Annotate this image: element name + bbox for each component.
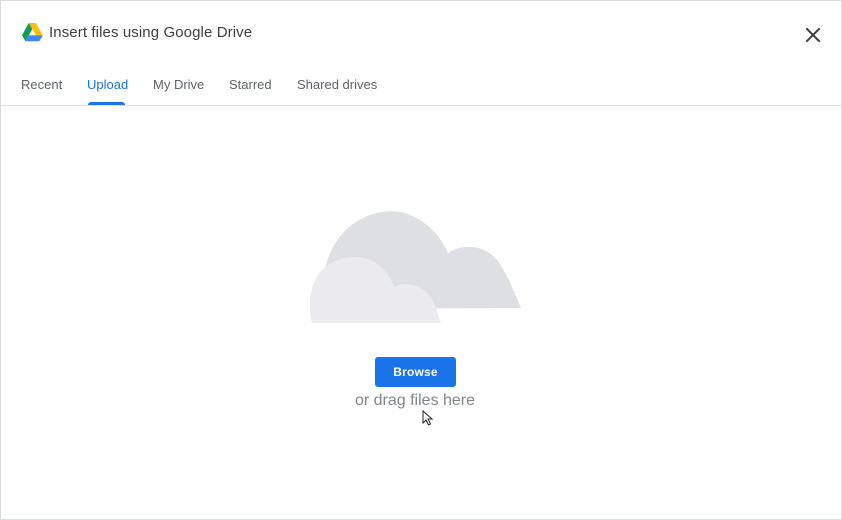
active-tab-indicator: [88, 102, 125, 105]
drag-hint-text: or drag files here: [354, 392, 476, 409]
tab-my-drive[interactable]: My Drive: [153, 77, 204, 92]
tab-shared-drives[interactable]: Shared drives: [297, 77, 377, 92]
tab-upload[interactable]: Upload: [87, 77, 128, 92]
mouse-pointer-icon: [422, 410, 434, 426]
tab-bar: Recent Upload My Drive Starred Shared dr…: [1, 65, 841, 106]
dialog-title: Insert files using Google Drive: [49, 24, 253, 41]
dialog-header: Insert files using Google Drive: [1, 1, 841, 65]
browse-button[interactable]: Browse: [375, 357, 456, 387]
insert-files-dialog: Insert files using Google Drive Recent U…: [0, 0, 842, 520]
cloud-icon: [310, 211, 521, 323]
tab-recent[interactable]: Recent: [21, 77, 62, 92]
close-icon[interactable]: [801, 23, 825, 47]
tab-starred[interactable]: Starred: [229, 77, 272, 92]
google-drive-icon: [22, 23, 43, 42]
